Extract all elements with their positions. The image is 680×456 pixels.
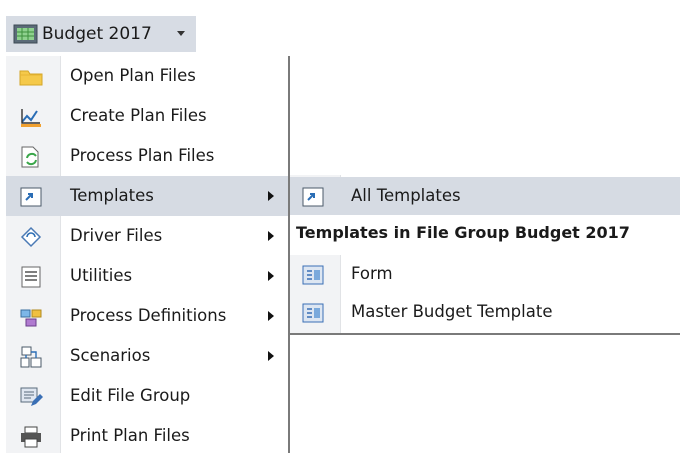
submenu-item-label: All Templates — [351, 186, 461, 205]
chevron-right-icon — [268, 311, 274, 321]
create-icon — [21, 109, 41, 127]
menu-item-label: Driver Files — [70, 226, 163, 245]
driver-icon — [20, 226, 42, 248]
menu-item-label: Templates — [70, 186, 154, 205]
file-group-menu: Open Plan Files Create Plan Files Proces… — [6, 56, 290, 453]
chevron-right-icon — [268, 191, 274, 201]
template-icon — [302, 303, 324, 323]
menu-item-edit-file-group[interactable]: Edit File Group — [6, 376, 290, 416]
file-group-dropdown-button[interactable]: Budget 2017 — [6, 16, 196, 52]
file-group-label: Budget 2017 — [42, 24, 152, 44]
templates-icon — [20, 187, 42, 207]
menu-item-templates[interactable]: Templates — [6, 176, 290, 216]
menu-item-process-plan-files[interactable]: Process Plan Files — [6, 136, 290, 176]
menu-item-create-plan-files[interactable]: Create Plan Files — [6, 96, 290, 136]
submenu-item-label: Master Budget Template — [351, 302, 553, 321]
submenu-group-header: Templates in File Group Budget 2017 — [296, 223, 630, 242]
submenu-item-label: Form — [351, 264, 393, 283]
process-icon — [21, 146, 39, 168]
utilities-icon — [21, 266, 41, 288]
submenu-item-master-budget-template[interactable]: Master Budget Template — [290, 293, 680, 331]
menu-item-label: Process Definitions — [70, 306, 227, 325]
menu-item-process-definitions[interactable]: Process Definitions — [6, 296, 290, 336]
chevron-right-icon — [268, 271, 274, 281]
chevron-right-icon — [268, 231, 274, 241]
printer-icon — [21, 426, 41, 448]
submenu-item-form[interactable]: Form — [290, 255, 680, 293]
template-icon — [302, 265, 324, 285]
menu-item-driver-files[interactable]: Driver Files — [6, 216, 290, 256]
menu-item-utilities[interactable]: Utilities — [6, 256, 290, 296]
chevron-down-icon — [177, 31, 185, 36]
menu-item-label: Utilities — [70, 266, 133, 285]
menu-item-print-plan-files[interactable]: Print Plan Files — [6, 416, 290, 456]
folder-icon — [19, 70, 43, 86]
menu-item-label: Scenarios — [70, 346, 151, 365]
submenu-item-all-templates[interactable]: All Templates — [290, 177, 680, 215]
chevron-right-icon — [268, 351, 274, 361]
process-definitions-icon — [20, 309, 42, 327]
menu-item-scenarios[interactable]: Scenarios — [6, 336, 290, 376]
templates-submenu: All Templates Templates in File Group Bu… — [290, 175, 680, 335]
submenu-group-header-row: Templates in File Group Budget 2017 — [290, 215, 680, 255]
menu-item-label: Edit File Group — [70, 386, 191, 405]
templates-icon — [302, 187, 324, 207]
edit-icon — [20, 387, 43, 406]
scenarios-icon — [20, 346, 42, 368]
menu-item-label: Process Plan Files — [70, 146, 215, 165]
menu-item-label: Create Plan Files — [70, 106, 207, 125]
menu-item-open-plan-files[interactable]: Open Plan Files — [6, 56, 290, 96]
spreadsheet-icon — [13, 24, 38, 44]
menu-item-label: Open Plan Files — [70, 66, 196, 85]
menu-item-label: Print Plan Files — [70, 426, 190, 445]
